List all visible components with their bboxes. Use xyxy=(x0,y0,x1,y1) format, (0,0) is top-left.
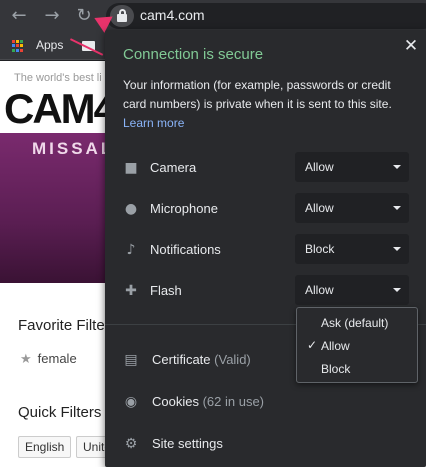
permission-row-camera: ■ Camera Allow xyxy=(105,152,426,184)
filter-chip-english[interactable]: English xyxy=(18,436,72,458)
select-value: Allow xyxy=(305,160,334,174)
permission-label: Camera xyxy=(150,160,197,175)
dropdown-option-block[interactable]: Block xyxy=(297,358,417,380)
browser-toolbar: ← → ↻ cam4.com xyxy=(0,0,426,32)
microphone-icon: ● xyxy=(124,201,138,217)
checkmark-icon: ✓ xyxy=(307,338,318,352)
puzzle-piece-icon: ✚ xyxy=(125,283,137,299)
back-arrow-icon[interactable]: ← xyxy=(9,6,29,26)
site-info-popup: Connection is secure ✕ Your information … xyxy=(105,30,426,467)
caret-down-icon xyxy=(393,247,401,251)
favorite-filters-title: Favorite Filte xyxy=(18,317,105,334)
permission-row-flash: ✚ Flash Allow xyxy=(105,275,426,307)
permission-label: Flash xyxy=(150,283,182,298)
permission-label: Microphone xyxy=(150,201,218,216)
star-icon: ★ xyxy=(20,351,32,366)
caret-down-icon xyxy=(393,206,401,210)
site-tagline: The world's best li xyxy=(14,72,102,84)
apps-grid-icon[interactable] xyxy=(12,40,24,52)
flash-options-dropdown: Ask (default) ✓ Allow Block xyxy=(296,307,418,383)
notifications-permission-select[interactable]: Block xyxy=(295,234,409,264)
certificate-label: Certificate xyxy=(152,352,211,367)
forward-arrow-icon[interactable]: → xyxy=(42,6,62,26)
close-icon[interactable]: ✕ xyxy=(401,36,421,56)
cookies-label: Cookies xyxy=(152,394,199,409)
select-value: Allow xyxy=(305,201,334,215)
permission-row-microphone: ● Microphone Allow xyxy=(105,193,426,225)
gear-icon: ⚙ xyxy=(124,436,138,452)
popup-description: Your information (for example, passwords… xyxy=(123,76,413,133)
site-logo[interactable]: CAM4 xyxy=(4,85,117,133)
cookie-icon: ◉ xyxy=(124,394,138,410)
favorite-filter-item[interactable]: ★ female xyxy=(20,351,77,367)
site-settings-label: Site settings xyxy=(152,436,223,451)
favorite-filter-label: female xyxy=(37,351,77,366)
flash-permission-select[interactable]: Allow xyxy=(295,275,409,305)
permission-row-notifications: ♪ Notifications Block xyxy=(105,234,426,266)
caret-down-icon xyxy=(393,165,401,169)
dropdown-option-ask[interactable]: Ask (default) xyxy=(297,312,417,334)
url-text[interactable]: cam4.com xyxy=(140,7,205,23)
notifications-blocked-icon: ♪ xyxy=(126,242,136,258)
popup-title: Connection is secure xyxy=(123,46,264,63)
dropdown-option-allow[interactable]: ✓ Allow xyxy=(297,335,417,357)
microphone-permission-select[interactable]: Allow xyxy=(295,193,409,223)
quick-filters-title: Quick Filters xyxy=(18,404,102,421)
select-value: Block xyxy=(305,242,335,256)
camera-permission-select[interactable]: Allow xyxy=(295,152,409,182)
learn-more-link[interactable]: Learn more xyxy=(123,116,184,130)
certificate-icon: ▤ xyxy=(124,352,138,368)
caret-down-icon xyxy=(393,288,401,292)
cookies-row[interactable]: ◉ Cookies (62 in use) xyxy=(105,386,426,418)
cookies-count: (62 in use) xyxy=(202,394,265,409)
site-settings-row[interactable]: ⚙ Site settings xyxy=(105,428,426,460)
certificate-status: (Valid) xyxy=(214,352,251,367)
reload-icon[interactable]: ↻ xyxy=(74,6,94,26)
apps-bookmark[interactable]: Apps xyxy=(36,38,63,52)
permission-label: Notifications xyxy=(150,242,221,257)
camera-icon: ■ xyxy=(124,160,138,176)
select-value: Allow xyxy=(305,283,334,297)
description-text: Your information (for example, passwords… xyxy=(123,78,392,111)
